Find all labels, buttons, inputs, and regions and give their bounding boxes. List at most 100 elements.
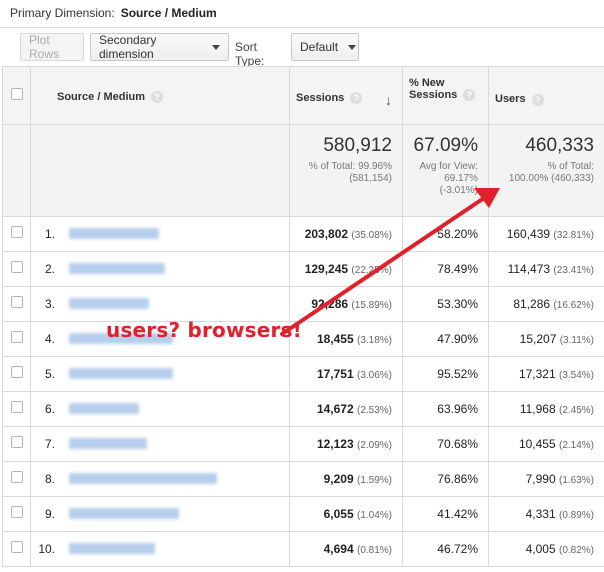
primary-dimension-value[interactable]: Source / Medium: [121, 6, 217, 20]
new-sessions-cell: 76.86%: [402, 461, 489, 497]
row-checkbox-cell: [2, 426, 31, 462]
source-medium-link[interactable]: [69, 473, 217, 485]
sessions-value: 4,694: [323, 542, 354, 556]
table-header-row: Source / Medium? Sessions? ↓ % New Sessi…: [2, 66, 604, 125]
source-medium-cell: 7.: [30, 426, 290, 462]
chevron-down-icon: [348, 44, 357, 50]
sessions-cell: 92,286 (15.89%): [289, 286, 403, 322]
users-cell: 7,990 (1.63%): [488, 461, 604, 497]
help-icon[interactable]: ?: [463, 89, 476, 102]
row-checkbox[interactable]: [10, 541, 23, 553]
source-medium-link[interactable]: [69, 543, 155, 555]
header-source-medium[interactable]: Source / Medium?: [30, 66, 290, 125]
sessions-cell: 14,672 (2.53%): [289, 391, 403, 427]
source-medium-link[interactable]: [69, 228, 159, 240]
sort-type-label: Sort Type:: [235, 40, 265, 68]
source-medium-cell: 5.: [30, 356, 290, 392]
source-medium-link[interactable]: [69, 263, 165, 275]
source-medium-link[interactable]: [69, 403, 139, 415]
sort-type-dropdown[interactable]: Default: [291, 33, 359, 61]
row-checkbox[interactable]: [10, 436, 23, 448]
help-icon[interactable]: ?: [151, 91, 164, 104]
new-sessions-cell: 46.72%: [402, 531, 489, 567]
select-all-checkbox[interactable]: [10, 88, 23, 100]
table-row[interactable]: 9. 6,055 (1.04%) 41.42% 4,331 (0.89%): [2, 496, 604, 532]
row-checkbox[interactable]: [10, 471, 23, 483]
row-checkbox-cell: [2, 216, 31, 252]
sessions-pct: (1.59%): [356, 475, 392, 486]
sessions-cell: 12,123 (2.09%): [289, 426, 403, 462]
source-medium-link[interactable]: [69, 368, 173, 380]
row-checkbox[interactable]: [10, 366, 23, 378]
totals-new-sessions-value: 67.09%: [413, 135, 478, 156]
plot-rows-button[interactable]: Plot Rows: [20, 33, 84, 61]
users-cell: 17,321 (3.54%): [488, 356, 604, 392]
table-row[interactable]: 4. 18,455 (3.18%) 47.90% 15,207 (3.11%): [2, 321, 604, 357]
totals-sessions-sub2: (581,154): [349, 173, 392, 184]
table-row[interactable]: 7. 12,123 (2.09%) 70.68% 10,455 (2.14%): [2, 426, 604, 462]
row-index: 1.: [44, 227, 55, 241]
header-sessions[interactable]: Sessions? ↓: [289, 66, 403, 125]
users-pct: (2.14%): [558, 440, 594, 451]
row-checkbox-cell: [2, 286, 31, 322]
users-pct: (0.89%): [558, 510, 594, 521]
header-users[interactable]: Users?: [488, 66, 604, 125]
row-index: 9.: [44, 507, 55, 521]
row-checkbox[interactable]: [10, 506, 23, 518]
new-sessions-cell: 53.30%: [402, 286, 489, 322]
table-row[interactable]: 3. 92,286 (15.89%) 53.30% 81,286 (16.62%): [2, 286, 604, 322]
users-cell: 81,286 (16.62%): [488, 286, 604, 322]
row-checkbox[interactable]: [10, 261, 23, 273]
table-row[interactable]: 1. 203,802 (35.08%) 58.20% 160,439 (32.81%): [2, 216, 604, 252]
sessions-pct: (15.89%): [351, 300, 392, 311]
row-checkbox-cell: [2, 496, 31, 532]
users-value: 160,439: [506, 227, 551, 241]
users-cell: 15,207 (3.11%): [488, 321, 604, 357]
source-medium-link[interactable]: [69, 298, 149, 310]
sessions-value: 129,245: [304, 262, 349, 276]
header-sessions-label: Sessions: [296, 91, 345, 104]
row-index: 8.: [44, 472, 55, 486]
row-checkbox[interactable]: [10, 401, 23, 413]
source-medium-cell: 10.: [30, 531, 290, 567]
header-source-medium-label: Source / Medium: [57, 91, 146, 103]
table-row[interactable]: 6. 14,672 (2.53%) 63.96% 11,968 (2.45%): [2, 391, 604, 427]
row-checkbox[interactable]: [10, 296, 23, 308]
secondary-dimension-dropdown[interactable]: Secondary dimension: [90, 33, 229, 61]
source-medium-link[interactable]: [69, 508, 179, 520]
row-checkbox[interactable]: [10, 331, 23, 343]
new-sessions-value: 58.20%: [437, 227, 478, 241]
sort-down-icon[interactable]: ↓: [385, 92, 392, 108]
table-row[interactable]: 5. 17,751 (3.06%) 95.52% 17,321 (3.54%): [2, 356, 604, 392]
sessions-value: 17,751: [316, 367, 354, 381]
sessions-cell: 129,245 (22.25%): [289, 251, 403, 287]
new-sessions-cell: 95.52%: [402, 356, 489, 392]
sort-type-value: Default: [300, 40, 339, 54]
users-value: 4,005: [525, 542, 556, 556]
new-sessions-value: 46.72%: [437, 542, 478, 556]
row-index: 7.: [44, 437, 55, 451]
divider: [0, 27, 604, 28]
chevron-down-icon: [212, 44, 220, 50]
table-row[interactable]: 2. 129,245 (22.25%) 78.49% 114,473 (23.41%): [2, 251, 604, 287]
users-cell: 160,439 (32.81%): [488, 216, 604, 252]
help-icon[interactable]: ?: [350, 91, 363, 104]
new-sessions-value: 63.96%: [437, 402, 478, 416]
users-value: 11,968: [519, 402, 556, 416]
help-icon[interactable]: ?: [531, 93, 544, 106]
header-users-label: Users: [495, 93, 526, 106]
table-row[interactable]: 10. 4,694 (0.81%) 46.72% 4,005 (0.82%): [2, 531, 604, 567]
sessions-value: 18,455: [316, 332, 354, 346]
new-sessions-cell: 78.49%: [402, 251, 489, 287]
table-row[interactable]: 8. 9,209 (1.59%) 76.86% 7,990 (1.63%): [2, 461, 604, 497]
sessions-pct: (22.25%): [351, 265, 392, 276]
sessions-value: 14,672: [316, 402, 354, 416]
select-all-cell: [2, 66, 31, 125]
users-cell: 114,473 (23.41%): [488, 251, 604, 287]
totals-label-cell: [30, 124, 290, 217]
header-new-sessions[interactable]: % New Sessions?: [402, 66, 489, 125]
row-checkbox[interactable]: [10, 226, 23, 238]
source-medium-link[interactable]: [69, 438, 147, 450]
row-index: 5.: [44, 367, 55, 381]
users-value: 4,331: [525, 507, 556, 521]
